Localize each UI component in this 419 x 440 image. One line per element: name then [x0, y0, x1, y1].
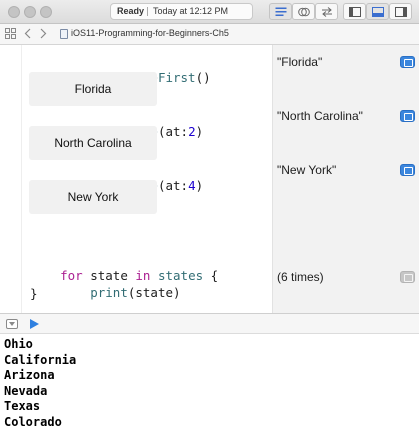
console-line: Texas — [4, 399, 41, 413]
result-value: "New York" — [277, 163, 337, 177]
code-token: (at: — [157, 178, 189, 193]
console-line: Colorado — [4, 414, 62, 429]
console-output[interactable]: Ohio California Arizona Nevada Texas Col… — [0, 334, 419, 440]
jump-bar: iOS11-Programming-for-Beginners-Ch5 — [0, 24, 419, 45]
assistant-editor-button[interactable] — [292, 3, 315, 20]
breadcrumb-file[interactable]: iOS11-Programming-for-Beginners-Ch5 — [71, 28, 229, 38]
code-token: () — [195, 70, 211, 85]
result-value: "Florida" — [277, 55, 323, 69]
playground-file-icon — [60, 29, 68, 39]
minimize-window-button[interactable] — [24, 6, 36, 18]
venn-circles-icon — [297, 7, 310, 16]
inline-result-view: Florida — [29, 72, 157, 106]
utilities-toggle-button[interactable] — [389, 3, 412, 20]
status-divider — [147, 7, 148, 16]
code-token: (at: — [157, 124, 189, 139]
zoom-window-button[interactable] — [40, 6, 52, 18]
result-value: (6 times) — [277, 270, 324, 284]
navigator-toggle-button[interactable] — [343, 3, 366, 20]
sidebar-left-icon — [348, 6, 361, 17]
code-token: print — [90, 285, 128, 300]
hide-debug-area-icon[interactable] — [6, 319, 18, 329]
show-result-button[interactable] — [400, 271, 415, 283]
code-token: 4 — [188, 178, 196, 193]
lines-icon — [275, 7, 286, 16]
code-token: ) — [195, 178, 204, 193]
debug-area-toggle-button[interactable] — [366, 3, 389, 20]
inline-result-view: New York — [29, 180, 157, 214]
window-titlebar: Ready Today at 12:12 PM — [0, 0, 419, 24]
sidebar-right-icon — [394, 6, 407, 17]
show-result-button[interactable] — [400, 110, 415, 122]
code-line[interactable]: print(state) — [30, 269, 181, 317]
code-token: ) — [195, 124, 204, 139]
standard-editor-button[interactable] — [269, 3, 292, 20]
inline-result-view: North Carolina — [29, 126, 157, 160]
code-line[interactable]: } — [30, 286, 38, 302]
debug-bar — [0, 313, 419, 334]
code-token: (state) — [127, 285, 181, 300]
show-result-button[interactable] — [400, 164, 415, 176]
console-line: Nevada — [4, 383, 48, 398]
run-playground-icon[interactable] — [30, 319, 39, 329]
console-line: Ohio — [4, 337, 33, 351]
close-window-button[interactable] — [8, 6, 20, 18]
swap-arrows-icon — [321, 6, 332, 17]
status-text: Ready — [117, 6, 145, 16]
code-token: { — [203, 268, 219, 283]
status-timestamp: Today at 12:12 PM — [153, 6, 229, 16]
activity-status: Ready Today at 12:12 PM — [110, 3, 253, 20]
code-token: 2 — [188, 124, 196, 139]
console-line: Arizona — [4, 368, 55, 382]
console-line: California — [4, 352, 77, 367]
version-editor-button[interactable] — [315, 3, 338, 20]
code-editor[interactable]: states.removeFirst() Florida "Florida" s… — [0, 45, 419, 313]
result-value: "North Carolina" — [277, 109, 363, 123]
related-items-icon[interactable] — [5, 28, 16, 42]
forward-chevron-icon[interactable] — [40, 28, 47, 42]
panel-bottom-icon — [371, 6, 384, 17]
line-gutter — [0, 45, 22, 313]
back-chevron-icon[interactable] — [24, 28, 31, 42]
show-result-button[interactable] — [400, 56, 415, 68]
